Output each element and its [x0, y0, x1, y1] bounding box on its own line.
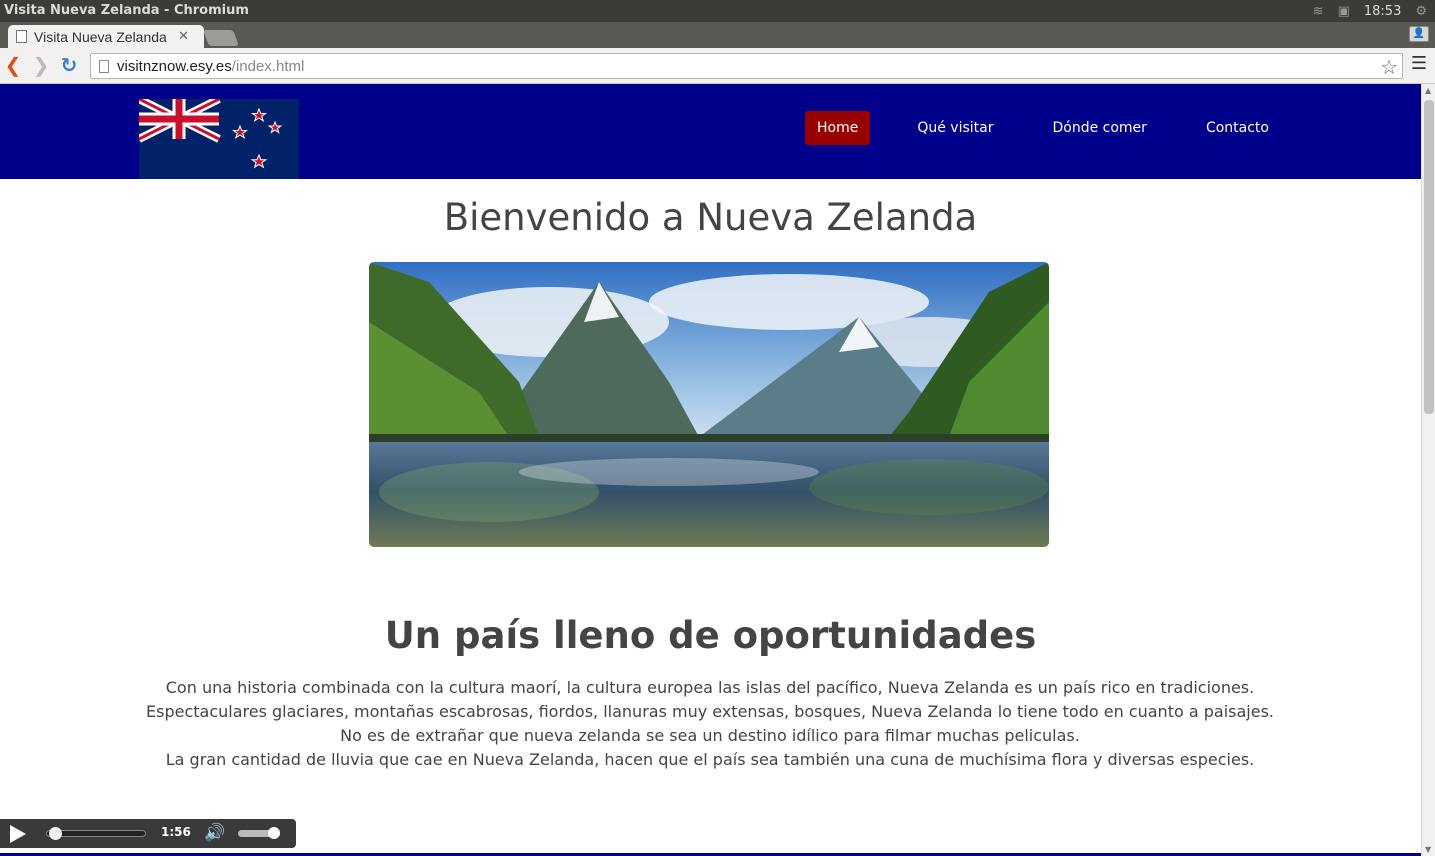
os-title-bar: Visita Nueva Zelanda - Chromium ≋ ▣ 18:5… — [0, 0, 1435, 22]
clock[interactable]: 18:53 — [1364, 4, 1401, 19]
back-button[interactable]: ❮ — [2, 54, 24, 76]
paragraph-line: Con una historia combinada con la cultur… — [165, 678, 1255, 697]
audio-player: 1:56 🔊 — [0, 819, 296, 848]
nav-donde-comer[interactable]: Dónde comer — [1040, 111, 1158, 145]
tab-title: Visita Nueva Zelanda — [34, 28, 167, 45]
nav-que-visitar[interactable]: Qué visitar — [905, 111, 1005, 145]
address-bar[interactable]: visitnznow.esy.es /index.html ☆ — [90, 53, 1403, 79]
gear-icon[interactable]: ⚙ — [1415, 4, 1427, 19]
site-header: Home Qué visitar Dónde comer Contacto — [0, 84, 1421, 179]
scroll-up-arrow-icon[interactable]: ▲ — [1425, 86, 1431, 95]
browser-toolbar: ❮ ❯ ↻ visitnznow.esy.es /index.html ☆ ☰ — [0, 48, 1435, 84]
bookmark-star-icon[interactable]: ☆ — [1380, 55, 1398, 79]
speaker-icon[interactable]: 🔊 — [204, 823, 225, 843]
vertical-scrollbar[interactable]: ▲ ▼ — [1421, 84, 1435, 856]
window-title: Visita Nueva Zelanda - Chromium — [4, 3, 249, 18]
document-icon — [16, 30, 27, 43]
close-tab-icon[interactable]: ✕ — [178, 29, 189, 44]
playback-time: 1:56 — [161, 825, 191, 839]
seek-handle[interactable] — [49, 827, 62, 840]
paragraph-line: Espectaculares glaciares, montañas escab… — [146, 702, 1274, 745]
menu-icon[interactable]: ☰ — [1411, 55, 1427, 73]
page-info-icon[interactable] — [99, 59, 109, 73]
reload-button[interactable]: ↻ — [58, 54, 80, 76]
paragraph-line: La gran cantidad de lluvia que cae en Nu… — [165, 750, 1255, 769]
profile-button[interactable]: 👤 — [1409, 26, 1429, 42]
url-path: /index.html — [231, 57, 305, 75]
section-title: Un país lleno de oportunidades — [384, 614, 1037, 657]
wifi-icon[interactable]: ≋ — [1313, 4, 1324, 19]
nav-home[interactable]: Home — [805, 111, 871, 145]
system-tray: ≋ ▣ 18:53 ⚙ — [1313, 0, 1435, 22]
url-host: visitnznow.esy.es — [117, 57, 232, 75]
page-viewport: Home Qué visitar Dónde comer Contacto Bi… — [0, 84, 1421, 856]
scroll-down-arrow-icon[interactable]: ▼ — [1425, 845, 1431, 854]
hero-landscape-image — [369, 262, 1049, 547]
scroll-thumb[interactable] — [1424, 100, 1434, 414]
new-tab-button[interactable] — [203, 30, 239, 46]
play-icon[interactable] — [10, 825, 26, 843]
forward-button[interactable]: ❯ — [30, 54, 52, 76]
tab-strip: Visita Nueva Zelanda ✕ 👤 — [0, 22, 1435, 48]
nav-contacto[interactable]: Contacto — [1194, 111, 1281, 145]
tab-active[interactable]: Visita Nueva Zelanda ✕ — [8, 25, 204, 48]
keyboard-icon[interactable]: ▣ — [1338, 4, 1350, 19]
intro-paragraph: Con una historia combinada con la cultur… — [140, 676, 1280, 772]
main-nav: Home Qué visitar Dónde comer Contacto — [805, 111, 1281, 145]
new-zealand-flag-logo[interactable] — [139, 99, 299, 179]
volume-handle[interactable] — [267, 827, 280, 839]
page-title: Bienvenido a Nueva Zelanda — [443, 196, 978, 239]
